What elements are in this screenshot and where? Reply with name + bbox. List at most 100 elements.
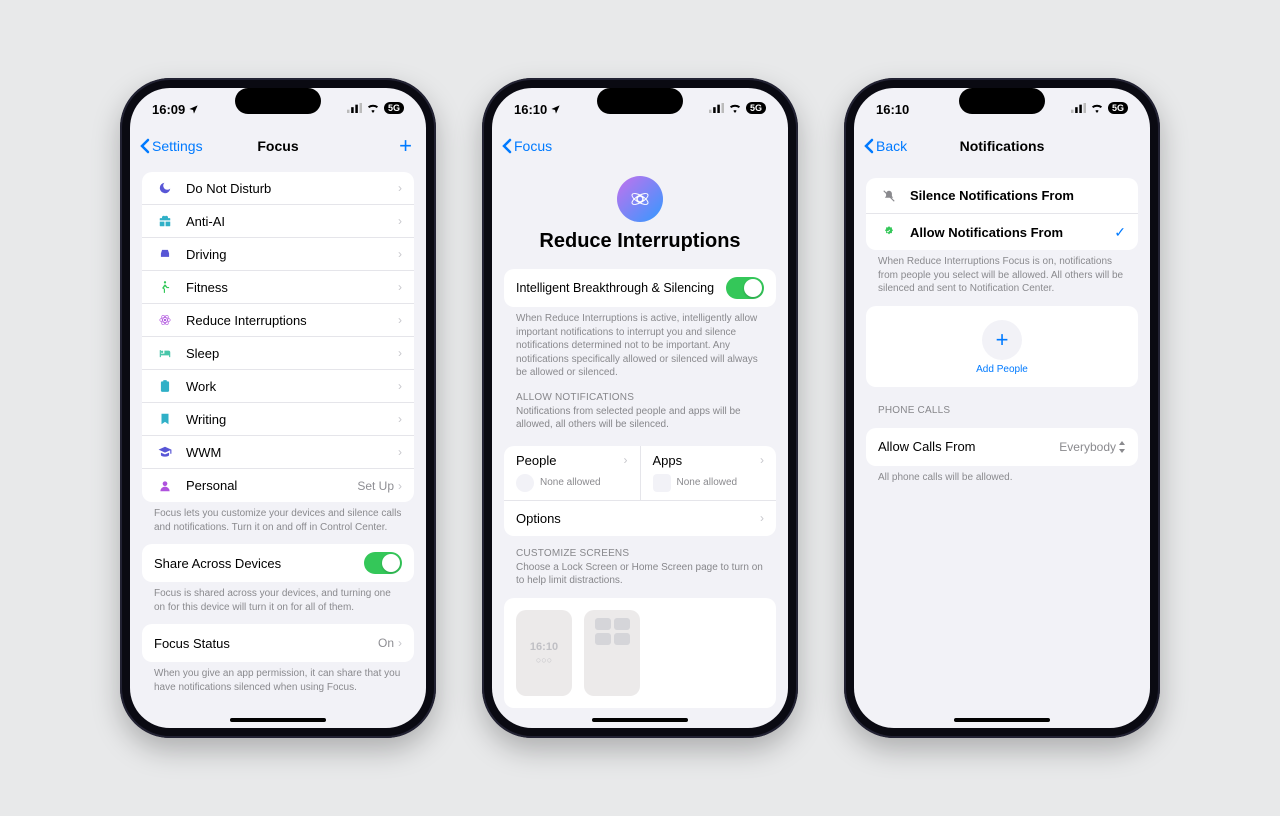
chevron-right-icon: ›: [760, 511, 764, 525]
checkmark-seal-icon: [878, 225, 900, 239]
none-allowed-label: None allowed: [677, 477, 738, 488]
home-indicator[interactable]: [954, 718, 1050, 722]
add-people-card: + Add People: [866, 306, 1138, 387]
add-button[interactable]: +: [399, 133, 416, 159]
allow-notifications-header: ALLOW NOTIFICATIONS: [504, 380, 776, 405]
intelligent-toggle-row[interactable]: Intelligent Breakthrough & Silencing: [504, 269, 776, 307]
row-label: Allow Notifications From: [910, 225, 1114, 240]
share-across-devices-row[interactable]: Share Across Devices: [142, 544, 414, 582]
silence-from-row[interactable]: Silence Notifications From: [866, 178, 1138, 214]
dynamic-island: [597, 88, 683, 114]
back-label: Settings: [152, 138, 203, 154]
row-label: Do Not Disturb: [186, 181, 398, 196]
back-button[interactable]: Focus: [502, 138, 552, 154]
reduce-interruptions-icon: [617, 176, 663, 222]
back-button[interactable]: Settings: [140, 138, 203, 154]
toggle-description: When Reduce Interruptions is active, int…: [504, 307, 776, 380]
dynamic-island: [959, 88, 1045, 114]
footer-focus-desc: Focus lets you customize your devices an…: [142, 502, 414, 534]
toggle-switch[interactable]: [364, 552, 402, 574]
row-label: Driving: [186, 247, 398, 262]
chevron-right-icon: ›: [398, 280, 402, 294]
cell-title: Apps: [653, 453, 683, 468]
row-label: Writing: [186, 412, 398, 427]
row-label: Sleep: [186, 346, 398, 361]
focus-row-personal[interactable]: Personal Set Up ›: [142, 469, 414, 502]
allow-description: When Reduce Interruptions Focus is on, n…: [866, 250, 1138, 296]
person-icon: [154, 479, 176, 493]
allow-notifications-sub: Notifications from selected people and a…: [504, 405, 776, 436]
graduation-icon: [154, 445, 176, 459]
apps-cell[interactable]: Apps › None allowed: [641, 446, 777, 500]
location-icon: [550, 104, 561, 115]
checkmark-icon: ✓: [1114, 224, 1126, 241]
chevron-left-icon: [502, 138, 512, 154]
none-allowed-label: None allowed: [540, 477, 601, 488]
cell-badge: 5G: [746, 102, 766, 114]
chevron-right-icon: ›: [398, 412, 402, 426]
focus-row-work[interactable]: Work ›: [142, 370, 414, 403]
focus-status-row[interactable]: Focus Status On ›: [142, 624, 414, 662]
back-button[interactable]: Back: [864, 138, 907, 154]
atom-icon: [154, 313, 176, 327]
row-detail: Set Up: [357, 479, 394, 493]
chevron-right-icon: ›: [760, 453, 764, 467]
footer-share-desc: Focus is shared across your devices, and…: [142, 582, 414, 614]
dynamic-island: [235, 88, 321, 114]
wifi-icon: [728, 103, 742, 113]
bookmark-icon: [154, 412, 176, 426]
focus-row-fitness[interactable]: Fitness ›: [142, 271, 414, 304]
row-label: Share Across Devices: [154, 556, 364, 571]
home-indicator[interactable]: [230, 718, 326, 722]
home-screen-preview[interactable]: [584, 610, 640, 696]
toggle-switch[interactable]: [726, 277, 764, 299]
add-people-button[interactable]: +: [982, 320, 1022, 360]
focus-row-driving[interactable]: Driving ›: [142, 238, 414, 271]
bell-slash-icon: [878, 189, 900, 203]
cellular-icon: [709, 103, 724, 113]
wifi-icon: [366, 103, 380, 113]
focus-row-wwm[interactable]: WWM ›: [142, 436, 414, 469]
customize-screens-sub: Choose a Lock Screen or Home Screen page…: [504, 561, 776, 592]
customize-screens-header: CUSTOMIZE SCREENS: [504, 536, 776, 561]
row-label: Personal: [186, 478, 357, 493]
hero-title: Reduce Interruptions: [504, 230, 776, 253]
phone-focus-list: 16:09 5G Settings Focus +: [120, 78, 436, 738]
focus-row-anti-ai[interactable]: Anti-AI ›: [142, 205, 414, 238]
lock-screen-preview[interactable]: 16:10 ○○○: [516, 610, 572, 696]
focus-row-sleep[interactable]: Sleep ›: [142, 337, 414, 370]
cellular-icon: [347, 103, 362, 113]
badge-icon: [154, 379, 176, 393]
chevron-right-icon: ›: [398, 445, 402, 459]
row-label: Anti-AI: [186, 214, 398, 229]
add-people-label: Add People: [976, 364, 1028, 375]
chevron-right-icon: ›: [398, 247, 402, 261]
focus-row-dnd[interactable]: Do Not Disturb ›: [142, 172, 414, 205]
allow-from-row[interactable]: Allow Notifications From ✓: [866, 214, 1138, 250]
selector-value: Everybody: [1059, 440, 1116, 454]
row-label: Fitness: [186, 280, 398, 295]
updown-chevron-icon: [1118, 441, 1126, 453]
row-label: Allow Calls From: [878, 439, 1059, 454]
home-indicator[interactable]: [592, 718, 688, 722]
people-cell[interactable]: People › None allowed: [504, 446, 641, 500]
focus-row-reduce[interactable]: Reduce Interruptions ›: [142, 304, 414, 337]
options-row[interactable]: Options ›: [504, 500, 776, 536]
calls-value-selector[interactable]: Everybody: [1059, 440, 1126, 454]
row-detail: On: [378, 636, 394, 650]
location-icon: [188, 104, 199, 115]
row-label: Reduce Interruptions: [186, 313, 398, 328]
allow-calls-row[interactable]: Allow Calls From Everybody: [866, 428, 1138, 466]
status-time: 16:09: [152, 102, 185, 117]
focus-row-writing[interactable]: Writing ›: [142, 403, 414, 436]
running-icon: [154, 280, 176, 294]
chevron-right-icon: ›: [398, 214, 402, 228]
row-label: Work: [186, 379, 398, 394]
avatar-placeholder-icon: [516, 474, 534, 492]
bed-icon: [154, 346, 176, 360]
back-label: Back: [876, 138, 907, 154]
back-label: Focus: [514, 138, 552, 154]
moon-icon: [154, 181, 176, 195]
phone-reduce-interruptions: 16:10 5G Focus Reduce Interruptions: [482, 78, 798, 738]
chevron-right-icon: ›: [398, 479, 402, 493]
